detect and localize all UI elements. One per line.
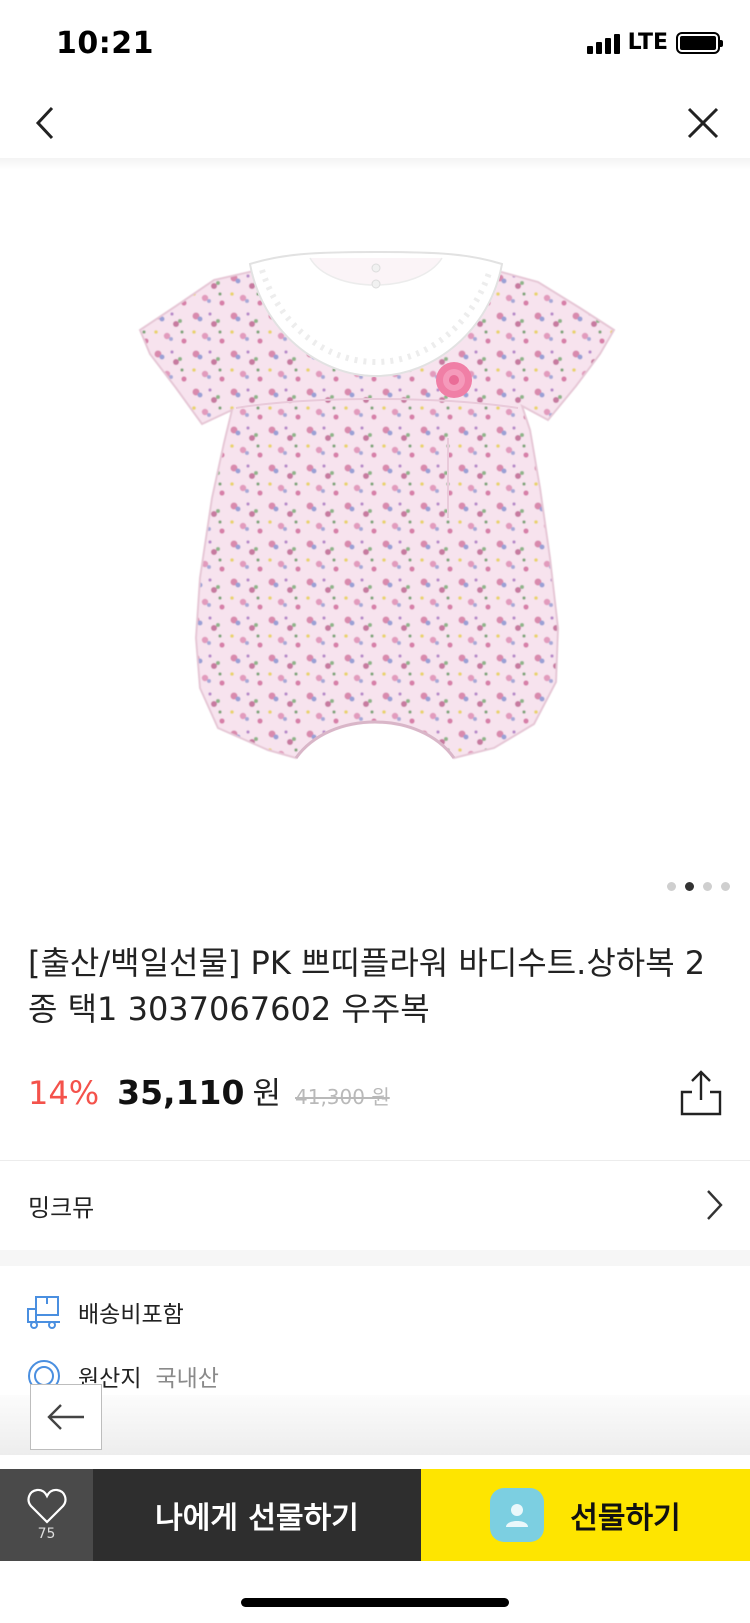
scroll-fade xyxy=(0,1395,750,1455)
arrow-left-icon xyxy=(47,1404,84,1430)
heart-icon xyxy=(26,1488,67,1524)
close-button[interactable] xyxy=(668,88,738,158)
home-indicator xyxy=(241,1598,509,1607)
gallery-pagination xyxy=(667,882,730,891)
gift-label: 선물하기 xyxy=(570,1501,681,1536)
network-type: LTE xyxy=(627,30,668,55)
self-gift-label: 나에게 선물하기 xyxy=(155,1501,359,1536)
self-gift-button[interactable]: 나에게 선물하기 xyxy=(93,1469,421,1561)
product-title: [출산/백일선물] PK 쁘띠플라워 바디수트.상하복 2종 택1 303706… xyxy=(28,944,706,1028)
chevron-left-icon xyxy=(35,106,54,140)
price-unit: 원 xyxy=(252,1076,281,1112)
friend-avatar xyxy=(490,1488,545,1542)
section-gap xyxy=(0,1250,750,1266)
delivery-truck-icon xyxy=(27,1296,60,1329)
wish-button[interactable]: 75 xyxy=(0,1469,93,1561)
bottom-action-bar: 75 나에게 선물하기 선물하기 xyxy=(0,1469,750,1561)
gallery-dot[interactable] xyxy=(703,882,712,891)
gallery-dot[interactable] xyxy=(667,882,676,891)
product-image xyxy=(138,250,616,760)
sale-price: 35,110 xyxy=(117,1073,245,1112)
discount-rate: 14% xyxy=(28,1074,100,1112)
share-icon xyxy=(680,1070,722,1116)
battery-icon xyxy=(676,31,723,54)
wish-count: 75 xyxy=(37,1526,56,1542)
chevron-right-icon xyxy=(707,1190,723,1220)
shipping-label: 배송비포함 xyxy=(78,1302,184,1328)
gallery-dot[interactable] xyxy=(721,882,730,891)
product-image-gallery[interactable] xyxy=(0,158,750,868)
floating-back-button[interactable] xyxy=(30,1384,102,1450)
shipping-info: 배송비포함 xyxy=(26,1295,184,1329)
person-icon xyxy=(506,1504,529,1527)
share-button[interactable] xyxy=(676,1068,726,1118)
gift-button[interactable]: 선물하기 xyxy=(421,1469,750,1561)
gallery-dot-active[interactable] xyxy=(685,882,694,891)
price-row: 14% 35,110 원 41,300 원 xyxy=(28,1068,390,1118)
signal-icon xyxy=(586,32,620,54)
brand-link[interactable]: 밍크뮤 xyxy=(0,1160,750,1250)
top-nav xyxy=(0,88,750,158)
status-bar: 10:21 LTE xyxy=(0,0,750,88)
origin-value: 국내산 xyxy=(155,1366,219,1392)
status-time: 10:21 xyxy=(56,26,154,61)
close-icon xyxy=(687,107,719,139)
back-button[interactable] xyxy=(10,88,80,158)
status-indicators: LTE xyxy=(586,30,723,55)
original-price: 41,300 원 xyxy=(295,1085,390,1109)
brand-name: 밍크뮤 xyxy=(28,1193,95,1222)
